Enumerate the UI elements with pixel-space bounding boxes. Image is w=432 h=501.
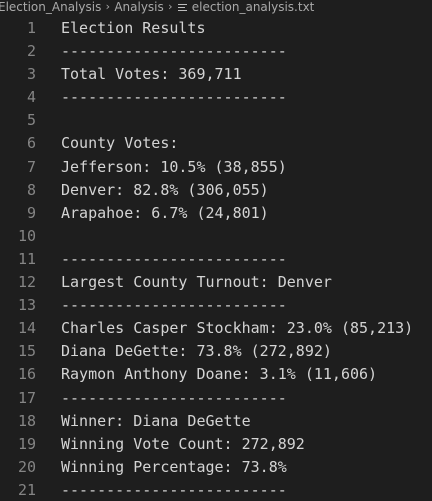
editor-line[interactable]: 14 Charles Casper Stockham: 23.0% (85,213… (0, 317, 432, 340)
line-number: 1 (26, 19, 36, 37)
chevron-right-icon: › (105, 0, 111, 13)
editor-line[interactable]: 20 Winning Percentage: 73.8% (0, 456, 432, 479)
line-text: Denver: 82.8% (306,055) (61, 180, 269, 199)
editor-line[interactable]: 4 ------------------------- (0, 86, 432, 109)
line-number: 6 (26, 134, 36, 153)
editor-line[interactable]: 3 Total Votes: 369,711 (0, 63, 432, 86)
line-text: Jefferson: 10.5% (38,855) (61, 157, 287, 176)
editor-line[interactable]: 19 Winning Vote Count: 272,892 (0, 433, 432, 456)
breadcrumb-folder[interactable]: Election_Analysis (0, 0, 101, 14)
editor-line[interactable]: 17 ------------------------- (0, 387, 432, 410)
line-number: 4 (26, 88, 36, 107)
line-number: 13 (17, 296, 36, 315)
editor-line[interactable]: 9 Arapahoe: 6.7% (24,801) (0, 202, 432, 225)
line-number: 5 (26, 111, 36, 130)
line-number: 7 (26, 157, 36, 176)
editor-line[interactable]: 16 Raymon Anthony Doane: 3.1% (11,606) (0, 363, 432, 386)
editor-line[interactable]: 21 ------------------------- (0, 479, 432, 501)
line-text: Diana DeGette: 73.8% (272,892) (61, 342, 332, 361)
editor-window: Election_Analysis › Analysis › election_… (0, 0, 432, 501)
line-number: 3 (26, 65, 36, 84)
line-number: 18 (17, 411, 36, 430)
editor-line[interactable]: 11 ------------------------- (0, 248, 432, 271)
editor-line[interactable]: 6 County Votes: (0, 132, 432, 155)
code-editor[interactable]: 1 Election Results 2 ----------------------… (0, 17, 432, 501)
line-number: 12 (17, 273, 36, 292)
line-text: Arapahoe: 6.7% (24,801) (61, 203, 269, 222)
editor-line[interactable]: 5 (0, 109, 432, 132)
line-number: 10 (17, 226, 36, 245)
line-text: Winning Percentage: 73.8% (61, 457, 287, 476)
breadcrumb-subfolder[interactable]: Analysis (114, 0, 163, 14)
line-text: Largest County Turnout: Denver (61, 273, 332, 292)
line-number: 19 (17, 434, 36, 453)
line-number: 21 (17, 480, 36, 499)
editor-line[interactable]: 2 ------------------------- (0, 40, 432, 63)
line-number: 8 (26, 180, 36, 199)
line-text: ------------------------- (61, 42, 287, 61)
line-number: 11 (17, 249, 36, 268)
line-number: 17 (17, 388, 36, 407)
editor-line[interactable]: 15 Diana DeGette: 73.8% (272,892) (0, 340, 432, 363)
line-number: 14 (17, 319, 36, 338)
editor-line[interactable]: 18 Winner: Diana DeGette (0, 410, 432, 433)
editor-line[interactable]: 1 Election Results (0, 17, 432, 40)
line-text: Charles Casper Stockham: 23.0% (85,213) (61, 319, 414, 338)
line-text: Winner: Diana DeGette (61, 411, 251, 430)
text-file-icon (177, 3, 188, 12)
editor-line[interactable]: 10 (0, 225, 432, 248)
line-text: Winning Vote Count: 272,892 (61, 434, 305, 453)
line-text: ------------------------- (61, 480, 287, 499)
editor-line[interactable]: 8 Denver: 82.8% (306,055) (0, 179, 432, 202)
line-text: ------------------------- (61, 249, 287, 268)
editor-line[interactable]: 7 Jefferson: 10.5% (38,855) (0, 156, 432, 179)
line-number: 20 (17, 457, 36, 476)
line-text: County Votes: (61, 134, 179, 153)
breadcrumb-file[interactable]: election_analysis.txt (192, 0, 315, 14)
line-text: Total Votes: 369,711 (61, 65, 242, 84)
line-text: ------------------------- (61, 88, 287, 107)
line-number: 9 (26, 203, 36, 222)
line-text: Election Results (61, 19, 206, 37)
line-number: 16 (17, 365, 36, 384)
line-number: 2 (26, 42, 36, 61)
line-text: ------------------------- (61, 296, 287, 315)
line-number: 15 (17, 342, 36, 361)
editor-line[interactable]: 12 Largest County Turnout: Denver (0, 271, 432, 294)
line-text: Raymon Anthony Doane: 3.1% (11,606) (61, 365, 378, 384)
editor-line[interactable]: 13 ------------------------- (0, 294, 432, 317)
chevron-right-icon: › (168, 0, 173, 13)
breadcrumb: Election_Analysis › Analysis › election_… (0, 0, 432, 14)
line-text: ------------------------- (61, 388, 287, 407)
